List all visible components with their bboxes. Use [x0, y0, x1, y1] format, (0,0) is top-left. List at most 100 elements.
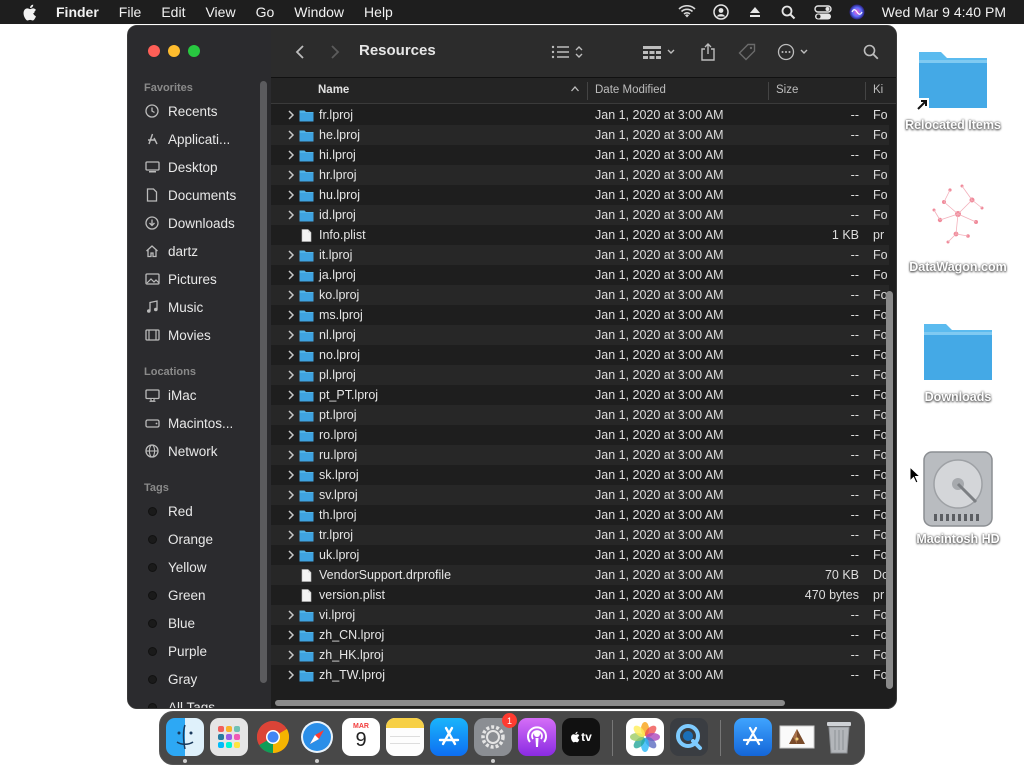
sidebar-tag-yellow[interactable]: Yellow	[144, 556, 264, 578]
dock-calendar[interactable]: MAR 9	[342, 718, 380, 756]
sidebar-scrollbar[interactable]	[260, 81, 267, 683]
sidebar-item-desktop[interactable]: Desktop	[144, 156, 264, 178]
column-size[interactable]: Size	[776, 84, 798, 96]
dock-trash[interactable]	[820, 718, 858, 756]
disclosure-chevron-icon[interactable]	[287, 150, 295, 160]
disclosure-chevron-icon[interactable]	[287, 110, 295, 120]
disclosure-chevron-icon[interactable]	[287, 630, 295, 640]
sidebar-tag-purple[interactable]: Purple	[144, 640, 264, 662]
column-separator[interactable]	[587, 82, 588, 100]
menu-help[interactable]: Help	[364, 4, 393, 20]
column-kind[interactable]: Ki	[873, 84, 883, 96]
sort-ascending-icon[interactable]	[570, 82, 580, 99]
back-button[interactable]	[291, 40, 309, 64]
dock-finder[interactable]	[166, 718, 204, 756]
disclosure-chevron-icon[interactable]	[287, 450, 295, 460]
file-row[interactable]: ko.lproj Jan 1, 2020 at 3:00 AM -- Fo	[271, 285, 889, 305]
dock-downloads-stack[interactable]	[778, 718, 816, 756]
minimize-window-button[interactable]	[168, 45, 180, 57]
menu-go[interactable]: Go	[256, 4, 275, 20]
disclosure-chevron-icon[interactable]	[287, 610, 295, 620]
dock-safari[interactable]	[298, 718, 336, 756]
disclosure-chevron-icon[interactable]	[287, 430, 295, 440]
apple-menu-icon[interactable]	[20, 3, 38, 21]
sidebar-tag-blue[interactable]: Blue	[144, 612, 264, 634]
sidebar-item-applications[interactable]: Applicati...	[144, 128, 264, 150]
dock-podcasts[interactable]	[518, 718, 556, 756]
file-row[interactable]: it.lproj Jan 1, 2020 at 3:00 AM -- Fo	[271, 245, 889, 265]
file-row[interactable]: tr.lproj Jan 1, 2020 at 3:00 AM -- Fo	[271, 525, 889, 545]
eject-icon[interactable]	[746, 3, 764, 21]
file-row[interactable]: th.lproj Jan 1, 2020 at 3:00 AM -- Fo	[271, 505, 889, 525]
sidebar-item-pictures[interactable]: Pictures	[144, 268, 264, 290]
share-button[interactable]	[698, 40, 718, 64]
file-row[interactable]: version.plist Jan 1, 2020 at 3:00 AM 470 b…	[271, 585, 889, 605]
sidebar-item-music[interactable]: Music	[144, 296, 264, 318]
sidebar-item-home[interactable]: dartz	[144, 240, 264, 262]
dock-app-store[interactable]	[430, 718, 468, 756]
desktop-icon-datawagon[interactable]: DataWagon.com	[903, 176, 1013, 274]
disclosure-chevron-icon[interactable]	[287, 190, 295, 200]
disclosure-chevron-icon[interactable]	[287, 410, 295, 420]
disclosure-chevron-icon[interactable]	[287, 370, 295, 380]
file-row[interactable]: pl.lproj Jan 1, 2020 at 3:00 AM -- Fo	[271, 365, 889, 385]
sidebar-item-recents[interactable]: Recents	[144, 100, 264, 122]
disclosure-chevron-icon[interactable]	[287, 290, 295, 300]
file-row[interactable]: vi.lproj Jan 1, 2020 at 3:00 AM -- Fo	[271, 605, 889, 625]
file-row[interactable]: ms.lproj Jan 1, 2020 at 3:00 AM -- Fo	[271, 305, 889, 325]
file-row[interactable]: zh_CN.lproj Jan 1, 2020 at 3:00 AM -- Fo	[271, 625, 889, 645]
action-menu-button[interactable]	[776, 40, 812, 64]
disclosure-chevron-icon[interactable]	[287, 530, 295, 540]
column-name[interactable]: Name	[318, 84, 349, 96]
file-row[interactable]: Info.plist Jan 1, 2020 at 3:00 AM 1 KB pr	[271, 225, 889, 245]
file-row[interactable]: pt_PT.lproj Jan 1, 2020 at 3:00 AM -- Fo	[271, 385, 889, 405]
disclosure-chevron-icon[interactable]	[287, 510, 295, 520]
sidebar-tag-green[interactable]: Green	[144, 584, 264, 606]
file-row[interactable]: ro.lproj Jan 1, 2020 at 3:00 AM -- Fo	[271, 425, 889, 445]
file-row[interactable]: he.lproj Jan 1, 2020 at 3:00 AM -- Fo	[271, 125, 889, 145]
desktop-icon-relocated-items[interactable]: Relocated Items	[898, 44, 1008, 132]
sidebar-item-downloads[interactable]: Downloads	[144, 212, 264, 234]
column-separator[interactable]	[865, 82, 866, 100]
dock-notes[interactable]	[386, 718, 424, 756]
sidebar-tag-all-tags[interactable]: All Tags...	[144, 696, 264, 708]
group-button[interactable]	[641, 40, 679, 64]
menu-file[interactable]: File	[119, 4, 142, 20]
menu-view[interactable]: View	[205, 4, 235, 20]
forward-button[interactable]	[326, 40, 344, 64]
disclosure-chevron-icon[interactable]	[287, 330, 295, 340]
desktop-icon-macintosh-hd[interactable]: Macintosh HD	[903, 448, 1013, 546]
file-row[interactable]: hr.lproj Jan 1, 2020 at 3:00 AM -- Fo	[271, 165, 889, 185]
file-row[interactable]: id.lproj Jan 1, 2020 at 3:00 AM -- Fo	[271, 205, 889, 225]
file-row[interactable]: fr.lproj Jan 1, 2020 at 3:00 AM -- Fo	[271, 105, 889, 125]
file-row[interactable]: ru.lproj Jan 1, 2020 at 3:00 AM -- Fo	[271, 445, 889, 465]
menubar-clock[interactable]: Wed Mar 9 4:40 PM	[882, 4, 1006, 20]
disclosure-chevron-icon[interactable]	[287, 170, 295, 180]
file-row[interactable]: ja.lproj Jan 1, 2020 at 3:00 AM -- Fo	[271, 265, 889, 285]
file-row[interactable]: no.lproj Jan 1, 2020 at 3:00 AM -- Fo	[271, 345, 889, 365]
horizontal-scrollbar[interactable]	[275, 700, 785, 706]
sidebar-item-movies[interactable]: Movies	[144, 324, 264, 346]
column-date-modified[interactable]: Date Modified	[595, 84, 666, 96]
disclosure-chevron-icon[interactable]	[287, 490, 295, 500]
file-row[interactable]: pt.lproj Jan 1, 2020 at 3:00 AM -- Fo	[271, 405, 889, 425]
dock-launchpad[interactable]	[210, 718, 248, 756]
sidebar-tag-gray[interactable]: Gray	[144, 668, 264, 690]
spotlight-search-icon[interactable]	[780, 3, 798, 21]
file-row[interactable]: nl.lproj Jan 1, 2020 at 3:00 AM -- Fo	[271, 325, 889, 345]
file-row[interactable]: sv.lproj Jan 1, 2020 at 3:00 AM -- Fo	[271, 485, 889, 505]
dock-quicktime[interactable]	[670, 718, 708, 756]
zoom-window-button[interactable]	[188, 45, 200, 57]
disclosure-chevron-icon[interactable]	[287, 310, 295, 320]
disclosure-chevron-icon[interactable]	[287, 270, 295, 280]
file-row[interactable]: zh_HK.lproj Jan 1, 2020 at 3:00 AM -- Fo	[271, 645, 889, 665]
tag-button[interactable]	[736, 40, 758, 64]
menu-window[interactable]: Window	[294, 4, 344, 20]
sidebar-tag-red[interactable]: Red	[144, 500, 264, 522]
disclosure-chevron-icon[interactable]	[287, 390, 295, 400]
search-button[interactable]	[861, 40, 881, 64]
menu-edit[interactable]: Edit	[161, 4, 185, 20]
disclosure-chevron-icon[interactable]	[287, 130, 295, 140]
sidebar-item-imac[interactable]: iMac	[144, 384, 264, 406]
disclosure-chevron-icon[interactable]	[287, 250, 295, 260]
